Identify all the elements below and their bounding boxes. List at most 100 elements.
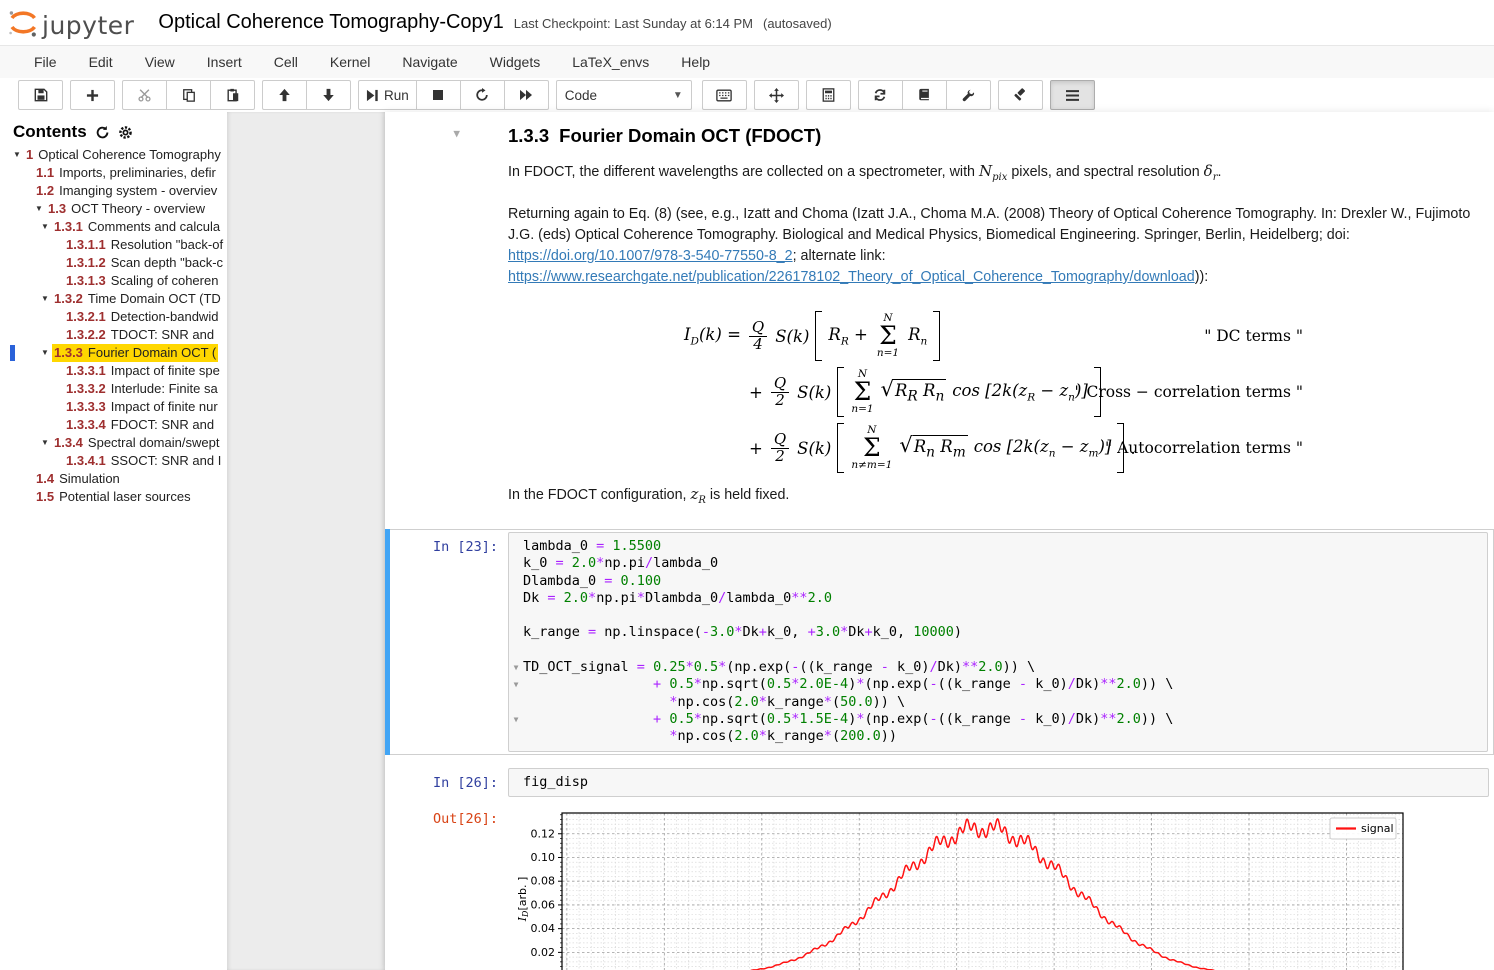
run-button[interactable]: Run [358, 80, 417, 110]
menu-item-file[interactable]: File [18, 48, 73, 76]
toc-item[interactable]: ▼1.3.2Time Domain OCT (TD [0, 290, 227, 308]
cut-cells-button[interactable] [122, 80, 167, 110]
toc-item-number: 1.3.1.1 [66, 236, 106, 254]
code-line: ▼ + 0.5*np.sqrt(0.5*2.0E-4)*(np.exp(-((k… [509, 676, 1483, 693]
interrupt-kernel-button[interactable] [416, 80, 461, 110]
refresh-toc-button[interactable] [858, 80, 903, 110]
toc-item[interactable]: 1.3.2.1Detection-bandwid [0, 308, 227, 326]
toc-item[interactable]: 1.3.3.1Impact of finite spe [0, 362, 227, 380]
toc-item[interactable]: 1.3.1.3Scaling of coheren [0, 272, 227, 290]
command-palette-button[interactable] [702, 80, 747, 110]
toc-item[interactable]: ▼1.3.4Spectral domain/swept [0, 434, 227, 452]
code-editor[interactable]: lambda_0 = 1.5500k_0 = 2.0*np.pi/lambda_… [508, 532, 1488, 752]
cell-type-dropdown[interactable]: Code ▼ [556, 80, 692, 110]
toc-item[interactable]: 1.4Simulation [0, 470, 227, 488]
restart-kernel-button[interactable] [460, 80, 505, 110]
menu-item-widgets[interactable]: Widgets [474, 48, 557, 76]
toc-item[interactable]: ▼1.3.1Comments and calcula [0, 218, 227, 236]
code-line [509, 642, 1483, 659]
citation-link[interactable]: https://doi.org/10.1007/978-3-540-77550-… [508, 248, 793, 264]
code-fold-icon[interactable]: ▼ [509, 659, 523, 676]
keyboard-icon [716, 89, 732, 102]
jupyter-logo[interactable]: jupyter [8, 6, 134, 40]
toc-item[interactable]: ▼1.3OCT Theory - overview [0, 200, 227, 218]
bibliography-button[interactable] [902, 80, 947, 110]
move-cell-down-button[interactable] [306, 80, 351, 110]
code-line [509, 607, 1483, 624]
menu-item-latex-envs[interactable]: LaTeX_envs [556, 48, 665, 76]
toc-item[interactable]: 1.2Imanging system - overviev [0, 182, 227, 200]
restart-run-all-button[interactable] [504, 80, 549, 110]
calculator-button[interactable] [806, 80, 851, 110]
toc-collapse-icon[interactable]: ▼ [40, 434, 50, 452]
markdown-cell-heading: ▼ 1.3.3Fourier Domain OCT (FDOCT) [385, 125, 1494, 147]
toc-item[interactable]: 1.3.4.1SSOCT: SNR and I [0, 452, 227, 470]
menu-item-cell[interactable]: Cell [258, 48, 314, 76]
toc-item-number: 1.3.3.3 [66, 398, 106, 416]
code-line: ▼ + 0.5*np.sqrt(0.5*1.5E-4)*(np.exp(-((k… [509, 711, 1483, 728]
add-cell-button[interactable] [70, 80, 115, 110]
latex-wrench-button[interactable] [946, 80, 991, 110]
save-button[interactable] [18, 80, 63, 110]
toc-toggle-button[interactable] [1050, 80, 1095, 110]
toc-item-number: 1.1 [36, 164, 54, 182]
toc-item[interactable]: 1.3.3.3Impact of finite nur [0, 398, 227, 416]
toc-item[interactable]: 1.3.3.4 FDOCT: SNR and [0, 416, 227, 434]
toc-item-number: 1.2 [36, 182, 54, 200]
left-bracket [815, 311, 822, 361]
toc-item[interactable]: 1.1Imports, preliminaries, defir [0, 164, 227, 182]
toc-collapse-icon[interactable]: ▼ [40, 218, 50, 236]
toc-settings-gear-icon[interactable] [118, 125, 133, 140]
notebook-container: ▼ 1.3.3Fourier Domain OCT (FDOCT) In FDO… [385, 112, 1494, 970]
toc-item-label: Fourier Domain OCT ( [88, 344, 216, 362]
gavel-button[interactable] [998, 80, 1043, 110]
toc-item[interactable]: 1.3.1.1Resolution "back-of [0, 236, 227, 254]
toolbar: Run Code ▼ [0, 78, 1494, 113]
toc-collapse-icon[interactable]: ▼ [40, 290, 50, 308]
svg-text:0.06: 0.06 [531, 898, 556, 911]
toc-collapse-icon[interactable]: ▼ [40, 344, 50, 362]
reload-toc-icon[interactable] [95, 125, 110, 140]
output-figure: 3.23.43.63.84.04.24.44.64.80.000.020.040… [516, 807, 1416, 970]
restart-icon [475, 88, 489, 102]
equation-row-auto: + Q2 S(k) NΣn≠m=1 √Rn Rm cos [2k(zn − zm… [508, 420, 1494, 476]
notebook-title[interactable]: Optical Coherence Tomography-Copy1 [158, 11, 503, 34]
menu-item-navigate[interactable]: Navigate [386, 48, 473, 76]
toc-item-label: Simulation [59, 470, 120, 488]
code-fold-icon[interactable]: ▼ [509, 711, 523, 728]
citation-link[interactable]: https://www.researchgate.net/publication… [508, 269, 1195, 285]
menu-item-help[interactable]: Help [665, 48, 726, 76]
move-widget-button[interactable] [754, 80, 799, 110]
toc-item[interactable]: 1.3.2.2TDOCT: SNR and [0, 326, 227, 344]
toc-item[interactable]: ▼1Optical Coherence Tomography [0, 146, 227, 164]
inline-math: Npix [979, 162, 1007, 180]
toc-item-number: 1.3.3.4 [66, 416, 106, 434]
summation: NΣn≠m=1 [851, 425, 892, 472]
toc-item[interactable]: 1.3.3.2Interlude: Finite sa [0, 380, 227, 398]
run-button-label: Run [384, 88, 409, 103]
section-collapse-icon[interactable]: ▼ [453, 123, 460, 140]
code-fold-icon[interactable]: ▼ [509, 676, 523, 693]
copy-icon [182, 88, 196, 102]
move-cell-up-button[interactable] [262, 80, 307, 110]
toc-item-label: FDOCT: SNR and [111, 416, 214, 434]
toc-collapse-icon[interactable]: ▼ [12, 146, 22, 164]
menu-item-kernel[interactable]: Kernel [314, 48, 386, 76]
menu-item-edit[interactable]: Edit [73, 48, 129, 76]
menu-item-insert[interactable]: Insert [191, 48, 258, 76]
toc-item-number: 1.3.2 [54, 290, 83, 308]
paragraph-note: In the FDOCT configuration, zR is held f… [508, 484, 1494, 511]
copy-cells-button[interactable] [166, 80, 211, 110]
menubar: File Edit View Insert Cell Kernel Naviga… [0, 45, 1494, 79]
autosave-indicator: (autosaved) [763, 16, 832, 31]
menu-item-view[interactable]: View [129, 48, 191, 76]
toc-item[interactable]: ▼1.3.3Fourier Domain OCT ( [0, 344, 227, 362]
toc-current-indicator [10, 345, 15, 361]
code-editor[interactable]: fig_disp [508, 768, 1489, 797]
toc-item[interactable]: 1.5Potential laser sources [0, 488, 227, 506]
paste-cells-button[interactable] [210, 80, 255, 110]
toc-collapse-icon[interactable]: ▼ [34, 200, 44, 218]
toc-item[interactable]: 1.3.1.2Scan depth "back-c [0, 254, 227, 272]
arrow-up-icon [278, 88, 291, 102]
selected-cell-indicator [385, 529, 390, 755]
